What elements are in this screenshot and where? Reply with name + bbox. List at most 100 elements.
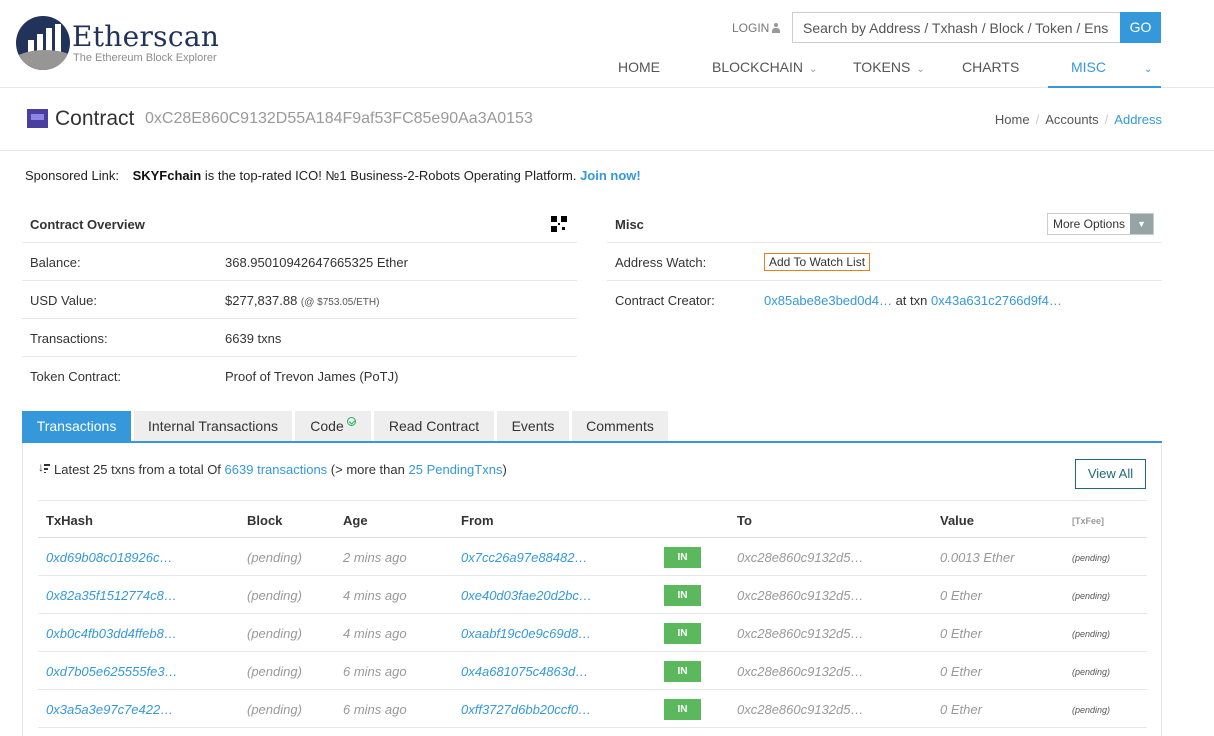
transactions-row: Transactions: 6639 txns xyxy=(22,319,577,357)
tx-value: 0 Ether xyxy=(940,702,982,717)
nav-home[interactable]: HOME xyxy=(618,48,660,88)
tx-hash-link[interactable]: 0x82a35f1512774c8… xyxy=(46,588,177,603)
nav-charts[interactable]: CHARTS xyxy=(962,48,1019,88)
direction-in-badge: IN xyxy=(664,623,701,644)
pending-txns-link[interactable]: 25 PendingTxns xyxy=(409,462,503,477)
col-txhash: TxHash xyxy=(46,513,93,528)
balance-value: 368.95010942647665325 Ether xyxy=(225,255,408,270)
tx-fee: (pending) xyxy=(1072,553,1111,563)
tx-age: 2 mins ago xyxy=(343,550,407,565)
tx-hash-link[interactable]: 0xd7b05e625555fe3… xyxy=(46,664,178,679)
tab-internal-transactions-label: Internal Transactions xyxy=(148,418,278,434)
table-row: 0xd69b08c018926c… (pending) 2 mins ago 0x7c… xyxy=(38,538,1147,576)
nav-charts-label: CHARTS xyxy=(962,59,1020,75)
token-contract-link[interactable]: Proof of Trevon James (PoTJ) xyxy=(225,369,398,384)
table-row: 0xb0c4fb03dd4ffeb8… (pending) 4 mins ago 0x… xyxy=(38,614,1147,652)
nav-misc[interactable]: MISC ⌄ xyxy=(1048,48,1161,88)
address-tabs: Transactions Internal Transactions Code … xyxy=(22,411,1162,443)
tx-to-address: 0xc28e860c9132d5… xyxy=(737,626,864,641)
token-contract-label: Token Contract: xyxy=(30,369,122,384)
tx-age: 6 mins ago xyxy=(343,702,407,717)
tx-to-address: 0xc28e860c9132d5… xyxy=(737,702,864,717)
tx-from-link[interactable]: 0xe40d03fae20d2bc… xyxy=(461,588,592,603)
table-row: 0x82a35f1512774c8… (pending) 4 mins ago 0xe… xyxy=(38,576,1147,614)
breadcrumb-home[interactable]: Home xyxy=(995,112,1030,127)
tx-from-link[interactable]: 0xaabf19c0e9c69d8… xyxy=(461,626,591,641)
login-label: LOGIN xyxy=(732,21,770,35)
chevron-down-icon: ⌄ xyxy=(1144,64,1153,75)
usd-value: $277,837.88 (@ $753.05/ETH) xyxy=(225,293,379,308)
nav-tokens[interactable]: TOKENS ⌄ xyxy=(853,48,925,88)
brand-tagline: The Ethereum Block Explorer xyxy=(73,52,217,64)
transactions-count: 6639 txns xyxy=(225,331,282,346)
transactions-panel: Latest 25 txns from a total Of 6639 tran… xyxy=(22,443,1162,736)
breadcrumb: Home / Accounts / Address xyxy=(994,112,1162,127)
tx-from-link[interactable]: 0x7cc26a97e88482… xyxy=(461,550,588,565)
logo-mark-icon xyxy=(16,16,70,70)
tab-code[interactable]: Code xyxy=(295,411,371,441)
search-go-button[interactable]: GO xyxy=(1120,12,1161,43)
summary-middle: (> more than xyxy=(330,462,405,477)
tab-transactions-label: Transactions xyxy=(36,418,117,434)
nav-blockchain[interactable]: BLOCKCHAIN ⌄ xyxy=(712,48,817,88)
tab-events[interactable]: Events xyxy=(497,411,569,441)
tx-fee: (pending) xyxy=(1072,591,1111,601)
tx-hash-link[interactable]: 0xb0c4fb03dd4ffeb8… xyxy=(46,626,177,641)
sponsor-join-link[interactable]: Join now! xyxy=(580,168,641,183)
balance-row: Balance: 368.95010942647665325 Ether xyxy=(22,243,577,281)
tx-age: 6 mins ago xyxy=(343,664,407,679)
tx-value: 0 Ether xyxy=(940,588,982,603)
balance-label: Balance: xyxy=(30,255,81,270)
table-row: 0xd7b05e625555fe3… (pending) 6 mins ago 0x4… xyxy=(38,652,1147,690)
tx-to-address: 0xc28e860c9132d5… xyxy=(737,664,864,679)
contract-overview-panel: Contract Overview Balance: 368.950109426… xyxy=(22,205,577,395)
tab-read-contract-label: Read Contract xyxy=(388,418,480,434)
tx-block: (pending) xyxy=(247,588,302,603)
tx-fee: (pending) xyxy=(1072,705,1111,715)
col-from: From xyxy=(461,513,494,528)
contract-icon xyxy=(27,109,48,128)
contract-address: 0xC28E860C9132D55A184F9af53FC85e90Aa3A01… xyxy=(145,110,533,127)
tab-comments[interactable]: Comments xyxy=(572,411,668,441)
tx-hash-link[interactable]: 0x3a5a3e97c7e422… xyxy=(46,702,173,717)
breadcrumb-accounts[interactable]: Accounts xyxy=(1045,112,1098,127)
tx-block: (pending) xyxy=(247,664,302,679)
sponsor-name: SKYFchain xyxy=(132,168,202,183)
tx-from-link[interactable]: 0x4a681075c4863d… xyxy=(461,664,588,679)
check-circle-icon xyxy=(346,417,356,426)
eth-price-note: (@ $753.05/ETH) xyxy=(300,297,380,308)
direction-in-badge: IN xyxy=(664,661,701,682)
tab-read-contract[interactable]: Read Contract xyxy=(374,411,494,441)
qr-code-icon[interactable] xyxy=(551,216,567,232)
add-to-watch-list-button[interactable]: Add To Watch List xyxy=(764,253,871,271)
login-link[interactable]: LOGIN xyxy=(732,21,781,35)
tx-hash-link[interactable]: 0xd69b08c018926c… xyxy=(46,550,173,565)
nav-home-label: HOME xyxy=(618,59,660,75)
tx-fee: (pending) xyxy=(1072,667,1111,677)
tx-value: 0.0013 Ether xyxy=(940,550,1015,565)
chevron-down-icon: ⌄ xyxy=(809,64,818,75)
summary-prefix: Latest 25 txns from a total Of xyxy=(54,462,221,477)
tab-transactions[interactable]: Transactions xyxy=(22,411,131,443)
col-to: To xyxy=(737,513,752,528)
etherscan-logo[interactable]: Etherscan The Ethereum Block Explorer xyxy=(16,16,226,74)
creator-address-link[interactable]: 0x85abe8e3bed0d4… xyxy=(764,293,892,308)
tx-from-link[interactable]: 0xff3727d6bb20ccf0… xyxy=(461,702,591,717)
table-row: 0x3a5a3e97c7e422… (pending) 6 mins ago 0xff… xyxy=(38,690,1147,728)
more-options-label: More Options xyxy=(1052,217,1125,231)
usd-value-label: USD Value: xyxy=(30,293,97,308)
tx-fee: (pending) xyxy=(1072,629,1111,639)
nav-blockchain-label: BLOCKCHAIN xyxy=(712,59,804,75)
tx-to-address: 0xc28e860c9132d5… xyxy=(737,550,864,565)
tab-internal-transactions[interactable]: Internal Transactions xyxy=(134,411,292,441)
more-options-button[interactable]: More Options ▼ xyxy=(1046,213,1154,235)
tab-code-label: Code xyxy=(310,418,344,434)
total-transactions-link[interactable]: 6639 transactions xyxy=(225,462,328,477)
search-input[interactable] xyxy=(792,12,1120,43)
sponsor-text: is the top-rated ICO! №1 Business-2-Robo… xyxy=(204,168,577,183)
tx-age: 4 mins ago xyxy=(343,588,407,603)
view-all-button[interactable]: View All xyxy=(1075,459,1146,489)
creator-txn-link[interactable]: 0x43a631c2766d9f4… xyxy=(931,293,1062,308)
chevron-down-icon: ⌄ xyxy=(916,64,925,75)
brand-name: Etherscan xyxy=(72,20,220,53)
